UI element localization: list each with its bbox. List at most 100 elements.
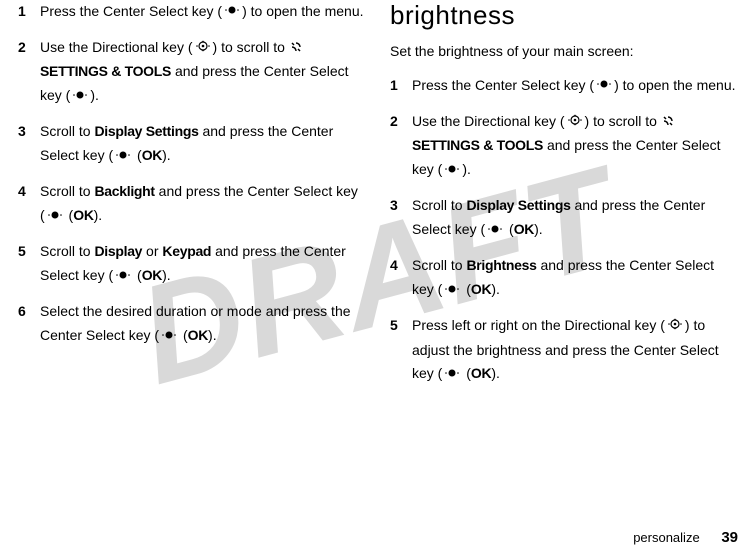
step-text: Press the Center Select key ( ) to open t… bbox=[412, 74, 738, 98]
center-select-icon bbox=[486, 219, 504, 243]
settings-tools-icon bbox=[662, 111, 674, 135]
menu-label: Display Settings bbox=[94, 123, 198, 139]
step-number: 4 bbox=[18, 180, 40, 228]
step-text: Press left or right on the Directional k… bbox=[412, 314, 738, 386]
center-select-icon bbox=[160, 325, 178, 349]
text: ). bbox=[94, 207, 103, 223]
center-select-icon bbox=[443, 363, 461, 387]
step-text: Scroll to Display or Keypad and press th… bbox=[40, 240, 366, 288]
list-item: 4 Scroll to Backlight and press the Cent… bbox=[18, 180, 366, 228]
menu-label: Display bbox=[94, 243, 142, 259]
step-number: 4 bbox=[390, 254, 412, 302]
center-select-icon bbox=[114, 265, 132, 289]
text: ). bbox=[534, 221, 543, 237]
list-item: 2 Use the Directional key ( ) to scroll t… bbox=[18, 36, 366, 108]
step-text: Use the Directional key () to scroll to … bbox=[40, 36, 366, 108]
step-number: 1 bbox=[390, 74, 412, 98]
center-select-icon bbox=[443, 159, 461, 183]
left-column: 1 Press the Center Select key ( ) to open… bbox=[18, 0, 378, 500]
text: ( bbox=[462, 365, 471, 381]
step-number: 3 bbox=[390, 194, 412, 242]
directional-key-icon bbox=[566, 111, 584, 135]
text: ( bbox=[179, 327, 188, 343]
step-text: Scroll to Brightness and press the Cente… bbox=[412, 254, 738, 302]
text: Press the Center Select key ( bbox=[412, 77, 594, 93]
text: ) to scroll to bbox=[585, 113, 661, 129]
right-column: brightness Set the brightness of your ma… bbox=[378, 0, 738, 500]
list-item: 1 Press the Center Select key ( ) to open… bbox=[18, 0, 366, 24]
text: ). bbox=[162, 147, 171, 163]
list-item: 3 Scroll to Display Settings and press t… bbox=[390, 194, 738, 242]
text: ). bbox=[90, 87, 99, 103]
menu-label: Brightness bbox=[466, 257, 536, 273]
step-text: Use the Directional key () to scroll to … bbox=[412, 110, 738, 182]
menu-label: Backlight bbox=[94, 183, 154, 199]
directional-key-icon bbox=[194, 37, 212, 61]
center-select-icon bbox=[223, 0, 241, 24]
ok-label: OK bbox=[514, 221, 534, 237]
step-number: 6 bbox=[18, 300, 40, 348]
step-number: 1 bbox=[18, 0, 40, 24]
text: Press left or right on the Directional k… bbox=[412, 317, 665, 333]
center-select-icon bbox=[114, 145, 132, 169]
settings-tools-icon bbox=[290, 37, 302, 61]
menu-label: SETTINGS & TOOLS bbox=[40, 63, 171, 79]
list-item: 6 Select the desired duration or mode an… bbox=[18, 300, 366, 348]
list-item: 4 Scroll to Brightness and press the Cen… bbox=[390, 254, 738, 302]
ok-label: OK bbox=[188, 327, 208, 343]
menu-label: Keypad bbox=[162, 243, 211, 259]
text: Use the Directional key ( bbox=[40, 39, 193, 55]
menu-label: SETTINGS & TOOLS bbox=[412, 137, 543, 153]
text: Press the Center Select key ( bbox=[40, 3, 222, 19]
ok-label: OK bbox=[471, 281, 491, 297]
step-text: Scroll to Display Settings and press the… bbox=[40, 120, 366, 168]
text: Scroll to bbox=[412, 197, 466, 213]
step-text: Scroll to Display Settings and press the… bbox=[412, 194, 738, 242]
list-item: 2 Use the Directional key ( ) to scroll t… bbox=[390, 110, 738, 182]
text: ). bbox=[491, 281, 500, 297]
center-select-icon bbox=[443, 279, 461, 303]
step-text: Scroll to Backlight and press the Center… bbox=[40, 180, 366, 228]
step-number: 3 bbox=[18, 120, 40, 168]
section-name: personalize bbox=[633, 530, 700, 545]
text: ( bbox=[133, 267, 142, 283]
text: Scroll to bbox=[40, 243, 94, 259]
text: or bbox=[142, 243, 162, 259]
section-heading: brightness bbox=[390, 0, 738, 31]
step-number: 2 bbox=[18, 36, 40, 108]
step-text: Select the desired duration or mode and … bbox=[40, 300, 366, 348]
text: ( bbox=[133, 147, 142, 163]
step-number: 5 bbox=[18, 240, 40, 288]
step-text: Press the Center Select key ( ) to open t… bbox=[40, 0, 366, 24]
menu-label: Display Settings bbox=[466, 197, 570, 213]
center-select-icon bbox=[71, 85, 89, 109]
text: ) to scroll to bbox=[213, 39, 289, 55]
text: Scroll to bbox=[412, 257, 466, 273]
ok-label: OK bbox=[142, 147, 162, 163]
ok-label: OK bbox=[471, 365, 491, 381]
text: ( bbox=[65, 207, 74, 223]
list-item: 3 Scroll to Display Settings and press t… bbox=[18, 120, 366, 168]
page-footer: personalize 39 bbox=[633, 529, 738, 546]
list-item: 1 Press the Center Select key ( ) to open… bbox=[390, 74, 738, 98]
text: Use the Directional key ( bbox=[412, 113, 565, 129]
page-content: 1 Press the Center Select key ( ) to open… bbox=[0, 0, 756, 500]
ok-label: OK bbox=[73, 207, 93, 223]
page-number: 39 bbox=[721, 529, 738, 546]
step-number: 5 bbox=[390, 314, 412, 386]
text: ). bbox=[162, 267, 171, 283]
text: ) to open the menu. bbox=[242, 3, 363, 19]
text: Scroll to bbox=[40, 123, 94, 139]
text: ( bbox=[505, 221, 514, 237]
center-select-icon bbox=[595, 74, 613, 98]
text: ). bbox=[491, 365, 500, 381]
ok-label: OK bbox=[142, 267, 162, 283]
text: ) to open the menu. bbox=[614, 77, 735, 93]
text: Scroll to bbox=[40, 183, 94, 199]
list-item: 5 Scroll to Display or Keypad and press … bbox=[18, 240, 366, 288]
intro-text: Set the brightness of your main screen: bbox=[390, 41, 738, 62]
step-number: 2 bbox=[390, 110, 412, 182]
list-item: 5 Press left or right on the Directional… bbox=[390, 314, 738, 386]
directional-key-icon bbox=[666, 315, 684, 339]
text: ( bbox=[462, 281, 471, 297]
